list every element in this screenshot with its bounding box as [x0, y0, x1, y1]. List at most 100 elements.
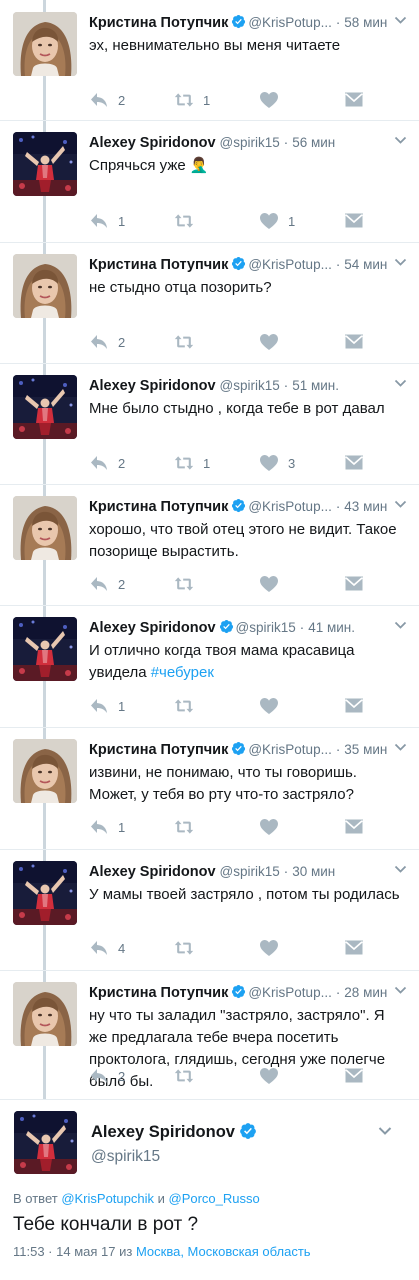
chevron-down-icon[interactable]	[394, 258, 407, 267]
tweet[interactable]: Кристина Потупчик @KrisPotup... · 58 мин э…	[0, 0, 419, 120]
reply-user-link[interactable]: @Porco_Russo	[169, 1191, 260, 1206]
like-button[interactable]	[259, 573, 288, 595]
avatar[interactable]	[13, 254, 77, 318]
like-button[interactable]	[259, 937, 288, 959]
like-button[interactable]	[259, 89, 288, 111]
author-handle[interactable]: @spirik15	[236, 620, 296, 635]
like-button[interactable]	[259, 331, 288, 353]
chevron-down-icon[interactable]	[394, 986, 407, 995]
like-button[interactable]: 1	[259, 210, 295, 232]
direct-message-button[interactable]	[344, 1065, 364, 1087]
tweet-time[interactable]: 54 мин	[344, 257, 387, 272]
tweet[interactable]: Alexey Spiridonov @spirik15 · 51 мин. Мне …	[0, 363, 419, 484]
chevron-down-icon[interactable]	[394, 136, 407, 145]
avatar[interactable]	[13, 617, 77, 681]
tweet[interactable]: Alexey Spiridonov @spirik15 · 30 мин У мам…	[0, 849, 419, 970]
direct-message-button[interactable]	[344, 89, 364, 111]
reply-button[interactable]: 2	[89, 89, 125, 111]
tweet-time[interactable]: 35 мин	[344, 742, 387, 757]
tweet[interactable]: Alexey Spiridonov @spirik15 · 41 мин. И от…	[0, 605, 419, 727]
tweet-time[interactable]: 51 мин.	[292, 378, 339, 393]
author-handle[interactable]: @spirik15	[220, 864, 280, 879]
author-name[interactable]: Alexey Spiridonov	[91, 1122, 259, 1142]
avatar[interactable]	[13, 132, 77, 196]
direct-message-button[interactable]	[344, 573, 364, 595]
author-handle[interactable]: @KrisPotup...	[248, 499, 332, 514]
chevron-down-icon[interactable]	[378, 1126, 392, 1136]
tweet-time[interactable]: 43 мин	[344, 499, 387, 514]
avatar[interactable]	[13, 861, 77, 925]
tweet-timestamp[interactable]: 11:53 · 14 мая 17	[13, 1244, 115, 1259]
retweet-button[interactable]	[174, 210, 203, 232]
retweet-button[interactable]	[174, 573, 203, 595]
focused-tweet[interactable]: Alexey Spiridonov @spirik15 В ответ @Kri…	[0, 1099, 419, 1280]
author-name[interactable]: Кристина Потупчик	[89, 742, 228, 758]
author-name[interactable]: Кристина Потупчик	[89, 257, 228, 273]
tweet-time[interactable]: 58 мин	[344, 15, 387, 30]
author-handle[interactable]: @spirik15	[220, 378, 280, 393]
hashtag-link[interactable]: #чебурек	[151, 664, 214, 681]
author-handle[interactable]: @KrisPotup...	[248, 985, 332, 1000]
author-name[interactable]: Кристина Потупчик	[89, 499, 228, 515]
chevron-down-icon[interactable]	[394, 865, 407, 874]
retweet-button[interactable]	[174, 816, 203, 838]
reply-button[interactable]: 2	[89, 1065, 125, 1087]
author-handle[interactable]: @spirik15	[91, 1148, 160, 1166]
tweet[interactable]: Кристина Потупчик @KrisPotup... · 54 мин н…	[0, 242, 419, 363]
chevron-down-icon[interactable]	[394, 379, 407, 388]
tweet[interactable]: Кристина Потупчик @KrisPotup... · 35 мин и…	[0, 727, 419, 849]
author-handle[interactable]: @KrisPotup...	[248, 257, 332, 272]
avatar[interactable]	[14, 1111, 77, 1174]
avatar[interactable]	[13, 739, 77, 803]
avatar[interactable]	[13, 982, 77, 1046]
retweet-button[interactable]	[174, 695, 203, 717]
like-button[interactable]: 3	[259, 452, 295, 474]
reply-button[interactable]: 2	[89, 331, 125, 353]
tweet[interactable]: Кристина Потупчик @KrisPotup... · 28 мин н…	[0, 970, 419, 1099]
location-link[interactable]: Москва, Московская область	[136, 1244, 311, 1259]
reply-button[interactable]: 4	[89, 937, 125, 959]
chevron-down-icon[interactable]	[394, 743, 407, 752]
tweet-time[interactable]: 41 мин.	[308, 620, 355, 635]
direct-message-button[interactable]	[344, 937, 364, 959]
author-handle[interactable]: @spirik15	[220, 135, 280, 150]
chevron-down-icon[interactable]	[394, 621, 407, 630]
retweet-button[interactable]	[174, 1065, 203, 1087]
like-button[interactable]	[259, 1065, 288, 1087]
chevron-down-icon[interactable]	[394, 500, 407, 509]
avatar[interactable]	[13, 375, 77, 439]
author-name[interactable]: Кристина Потупчик	[89, 985, 228, 1001]
direct-message-button[interactable]	[344, 452, 364, 474]
author-name[interactable]: Alexey Spiridonov	[89, 378, 216, 394]
retweet-button[interactable]: 1	[174, 452, 210, 474]
author-name[interactable]: Alexey Spiridonov	[89, 620, 216, 636]
reply-user-link[interactable]: @KrisPotupchik	[61, 1191, 154, 1206]
retweet-button[interactable]: 1	[174, 89, 210, 111]
direct-message-button[interactable]	[344, 695, 364, 717]
direct-message-button[interactable]	[344, 210, 364, 232]
direct-message-button[interactable]	[344, 816, 364, 838]
author-handle[interactable]: @KrisPotup...	[248, 15, 332, 30]
chevron-down-icon[interactable]	[394, 16, 407, 25]
avatar[interactable]	[13, 496, 77, 560]
retweet-button[interactable]	[174, 331, 203, 353]
tweet-time[interactable]: 56 мин	[292, 135, 335, 150]
like-button[interactable]	[259, 695, 288, 717]
retweet-button[interactable]	[174, 937, 203, 959]
reply-button[interactable]: 1	[89, 210, 125, 232]
author-name[interactable]: Alexey Spiridonov	[89, 135, 216, 151]
like-button[interactable]	[259, 816, 288, 838]
tweet[interactable]: Кристина Потупчик @KrisPotup... · 43 мин х…	[0, 484, 419, 605]
avatar[interactable]	[13, 12, 77, 76]
reply-button[interactable]: 2	[89, 452, 125, 474]
author-name[interactable]: Alexey Spiridonov	[89, 864, 216, 880]
tweet-time[interactable]: 30 мин	[292, 864, 335, 879]
author-handle[interactable]: @KrisPotup...	[248, 742, 332, 757]
author-name[interactable]: Кристина Потупчик	[89, 15, 228, 31]
reply-button[interactable]: 1	[89, 816, 125, 838]
tweet[interactable]: Alexey Spiridonov @spirik15 · 56 мин Спряч…	[0, 120, 419, 242]
reply-button[interactable]: 1	[89, 695, 125, 717]
direct-message-button[interactable]	[344, 331, 364, 353]
reply-button[interactable]: 2	[89, 573, 125, 595]
tweet-time[interactable]: 28 мин	[344, 985, 387, 1000]
